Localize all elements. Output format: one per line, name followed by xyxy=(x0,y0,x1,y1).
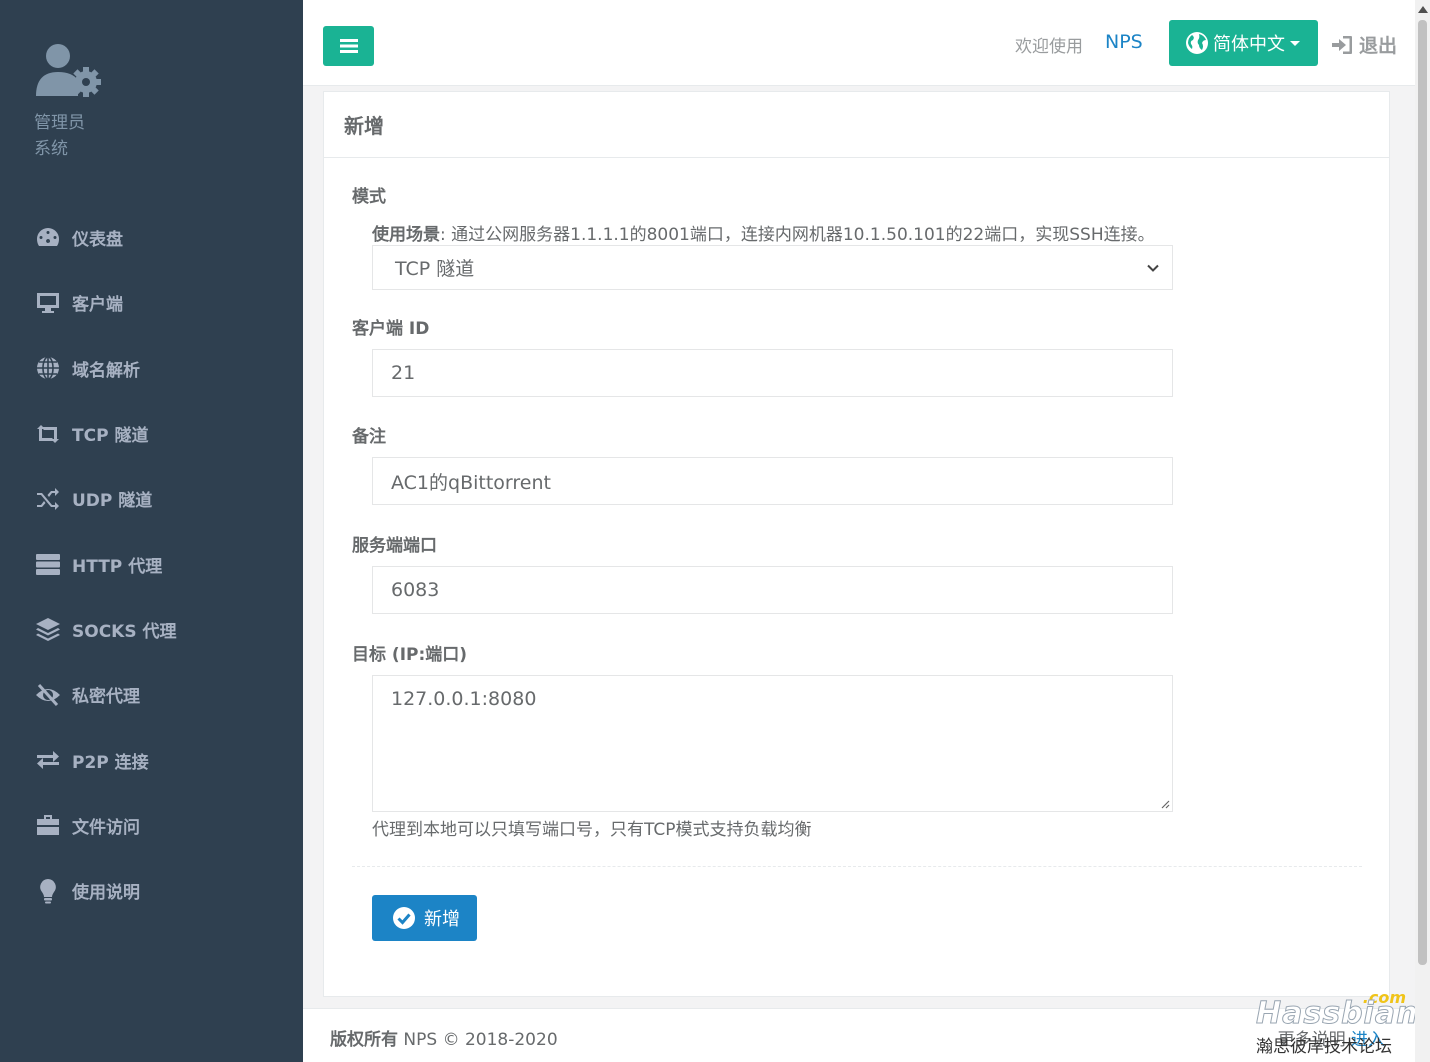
sidebar-item-domain[interactable]: 域名解析 xyxy=(0,336,303,401)
menu-toggle-button[interactable] xyxy=(323,26,374,66)
hamburger-icon xyxy=(339,39,358,53)
sidebar-item-label: SOCKS 代理 xyxy=(72,621,177,642)
top-bar: 欢迎使用 NPS 简体中文 退出 xyxy=(303,0,1415,86)
card-title: 新增 xyxy=(324,92,1389,158)
sidebar-item-label: 文件访问 xyxy=(72,817,140,838)
sidebar-item-label: 使用说明 xyxy=(72,883,140,904)
sidebar: 管理员 系统 仪表盘 客户端 域名解析 TCP 隧道 UDP 隧道 HTTP 代… xyxy=(0,0,303,1062)
sidebar-item-socks[interactable]: SOCKS 代理 xyxy=(0,597,303,662)
monitor-icon xyxy=(34,289,62,317)
add-form-card: 新增 模式 使用场景: 通过公网服务器1.1.1.1的8001端口，连接内网机器… xyxy=(323,91,1390,997)
briefcase-icon xyxy=(34,811,62,839)
language-dropdown[interactable]: 简体中文 xyxy=(1169,20,1318,66)
sidebar-item-help[interactable]: 使用说明 xyxy=(0,858,303,923)
watermark-logo: .com Hassbian 瀚思彼岸技术论坛 xyxy=(1250,988,1417,1058)
server-port-label: 服务端端口 xyxy=(352,536,437,556)
server-port-value: 6083 xyxy=(391,579,440,601)
client-id-value: 21 xyxy=(391,362,416,384)
welcome-text: 欢迎使用 xyxy=(1015,37,1083,57)
sidebar-item-label: HTTP 代理 xyxy=(72,556,163,577)
client-id-label: 客户端 ID xyxy=(352,319,430,339)
sidebar-item-clients[interactable]: 客户端 xyxy=(0,270,303,335)
logout-button[interactable]: 退出 xyxy=(1331,31,1397,58)
target-label: 目标 (IP:端口) xyxy=(352,645,468,665)
scroll-up-arrow-icon[interactable] xyxy=(1418,6,1428,13)
language-label: 简体中文 xyxy=(1213,34,1285,55)
sidebar-item-http[interactable]: HTTP 代理 xyxy=(0,531,303,596)
sidebar-item-label: 域名解析 xyxy=(72,360,140,381)
profile: 管理员 系统 xyxy=(34,42,104,159)
sidebar-item-file[interactable]: 文件访问 xyxy=(0,793,303,858)
client-id-input[interactable]: 21 xyxy=(372,349,1173,397)
target-textarea[interactable]: 127.0.0.1:8080 xyxy=(372,675,1173,812)
scroll-thumb[interactable] xyxy=(1418,20,1427,965)
exchange-icon xyxy=(34,746,62,774)
sidebar-item-label: 客户端 xyxy=(72,295,123,316)
remark-value: AC1的qBittorrent xyxy=(391,471,551,494)
globe-icon xyxy=(1186,32,1208,54)
resize-handle-icon[interactable] xyxy=(1160,799,1170,809)
copyright-label: 版权所有 xyxy=(330,1030,398,1050)
sidebar-item-p2p[interactable]: P2P 连接 xyxy=(0,727,303,792)
sidebar-item-label: 仪表盘 xyxy=(72,230,123,251)
caret-down-icon xyxy=(1290,40,1300,46)
watermark-sub: 瀚思彼岸技术论坛 xyxy=(1256,1037,1392,1057)
page-scrollbar[interactable] xyxy=(1415,0,1430,1062)
copyright: 版权所有 NPS © 2018-2020 xyxy=(330,1025,558,1050)
globe-icon xyxy=(34,354,62,382)
remark-input[interactable]: AC1的qBittorrent xyxy=(372,457,1173,505)
sidebar-item-secret[interactable]: 私密代理 xyxy=(0,662,303,727)
watermark-brand: Hassbian xyxy=(1255,996,1419,1032)
chevron-down-icon xyxy=(1147,264,1159,272)
mode-scenario-hint: 使用场景: 通过公网服务器1.1.1.1的8001端口，连接内网机器10.1.5… xyxy=(372,220,1155,245)
sidebar-nav: 仪表盘 客户端 域名解析 TCP 隧道 UDP 隧道 HTTP 代理 SOCKS… xyxy=(0,205,303,923)
lightbulb-icon xyxy=(34,877,62,905)
profile-name: 系统 xyxy=(34,139,68,159)
mode-select[interactable]: TCP 隧道 xyxy=(372,245,1173,290)
brand-link[interactable]: NPS xyxy=(1105,31,1143,53)
server-icon xyxy=(34,550,62,578)
copyright-text: NPS © 2018-2020 xyxy=(398,1030,558,1050)
target-hint: 代理到本地可以只填写端口号，只有TCP模式支持负载均衡 xyxy=(372,820,812,840)
scenario-label: 使用场景 xyxy=(372,225,440,245)
profile-role: 管理员 xyxy=(34,113,85,133)
remark-label: 备注 xyxy=(352,427,386,447)
sidebar-item-tcp[interactable]: TCP 隧道 xyxy=(0,401,303,466)
sidebar-item-label: 私密代理 xyxy=(72,687,140,708)
sidebar-item-label: P2P 连接 xyxy=(72,752,149,773)
mode-select-value: TCP 隧道 xyxy=(395,258,475,280)
form-divider xyxy=(352,866,1362,867)
sidebar-item-label: UDP 隧道 xyxy=(72,491,153,512)
check-circle-icon xyxy=(393,907,415,929)
server-port-input[interactable]: 6083 xyxy=(372,566,1173,614)
eye-slash-icon xyxy=(34,681,62,709)
sign-in-icon xyxy=(1332,35,1352,54)
target-value: 127.0.0.1:8080 xyxy=(391,688,537,710)
scenario-text: : 通过公网服务器1.1.1.1的8001端口，连接内网机器10.1.50.10… xyxy=(440,225,1155,245)
user-gear-icon xyxy=(34,42,104,102)
submit-label: 新增 xyxy=(424,909,460,930)
dashboard-icon xyxy=(34,224,62,252)
layers-icon xyxy=(34,615,62,643)
mode-label: 模式 xyxy=(352,187,386,207)
logout-label: 退出 xyxy=(1359,35,1398,57)
submit-add-button[interactable]: 新增 xyxy=(372,895,477,941)
sidebar-item-udp[interactable]: UDP 隧道 xyxy=(0,466,303,531)
sidebar-item-label: TCP 隧道 xyxy=(72,426,149,447)
sidebar-item-dashboard[interactable]: 仪表盘 xyxy=(0,205,303,270)
random-icon xyxy=(34,485,62,513)
retweet-icon xyxy=(34,420,62,448)
footer: 版权所有 NPS © 2018-2020 更多说明 进入 xyxy=(303,1008,1415,1062)
